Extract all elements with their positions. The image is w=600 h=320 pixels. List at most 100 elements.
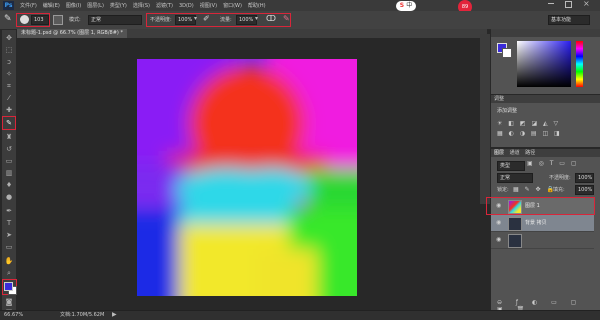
ime-indicator[interactable]: S 中 <box>396 1 416 11</box>
tab-channels[interactable]: 通道 <box>510 150 520 156</box>
layer-thumbnail <box>508 234 522 248</box>
dodge-tool-icon[interactable]: ● <box>4 193 14 201</box>
opacity-label: 不透明度: <box>150 17 172 23</box>
airbrush-icon[interactable]: ↀ <box>266 14 276 23</box>
brush-size-field[interactable]: 103 <box>31 15 49 25</box>
workspace-select[interactable]: 基本功能 <box>548 15 590 25</box>
maximize-button[interactable] <box>565 1 572 8</box>
menu-file[interactable]: 文件(F) <box>20 2 37 9</box>
document-tab[interactable]: 未标题-1.psd @ 66.7% (图层 1, RGB/8#) * <box>17 29 127 38</box>
layer-row-3[interactable]: ◉ <box>491 232 594 249</box>
layers-panel-tabs: 图层 通道 路径 <box>491 149 600 157</box>
blend-mode-select[interactable]: 正常 <box>497 173 533 183</box>
quick-select-tool-icon[interactable]: ✧ <box>4 70 14 78</box>
visibility-eye-icon[interactable]: ◉ <box>496 236 501 243</box>
layer-row-2[interactable]: ◉ 背景 拷贝 <box>491 215 594 232</box>
painting <box>137 59 357 296</box>
layer-filter-icons[interactable]: ▣ ◎ T ▭ ▢ <box>527 160 579 167</box>
foreground-color-swatch[interactable] <box>4 282 13 291</box>
opacity-dropdown-icon[interactable]: ▾ <box>194 15 197 22</box>
lock-label: 锁定: <box>497 187 509 193</box>
fill-field[interactable]: 100% <box>575 185 594 195</box>
mode-select[interactable]: 正常 <box>88 15 142 25</box>
ime-logo: S <box>399 2 405 9</box>
close-icon[interactable]: × <box>583 0 590 8</box>
panel-bg-swatch[interactable] <box>502 48 512 58</box>
clone-stamp-tool-icon[interactable]: ♜ <box>4 133 14 141</box>
tab-layers[interactable]: 图层 <box>494 150 504 156</box>
pen-tool-icon[interactable]: ✒ <box>4 207 14 215</box>
adjustment-icons-row-1[interactable]: ☀ ◧ ◩ ◪ ◭ ▽ <box>497 120 560 127</box>
hand-tool-icon[interactable]: ✋ <box>4 257 14 265</box>
hue-slider[interactable] <box>576 41 583 87</box>
layer-name[interactable]: 背景 拷贝 <box>525 219 547 227</box>
ime-lang: 中 <box>406 2 413 9</box>
eraser-tool-icon[interactable]: ▭ <box>4 157 14 165</box>
layer-opacity-label: 不透明度: <box>549 175 571 181</box>
menu-window[interactable]: 窗口(W) <box>223 2 242 9</box>
mode-label: 模式: <box>69 17 81 23</box>
main-menu: 文件(F) 编辑(E) 图像(I) 图层(L) 类型(Y) 选择(S) 滤镜(T… <box>20 0 266 11</box>
menu-help[interactable]: 帮助(H) <box>248 2 266 9</box>
layer-opacity-field[interactable]: 100% <box>575 173 594 183</box>
adjustments-panel: 调整 添加调整 ☀ ◧ ◩ ◪ ◭ ▽ ▦ ◐ ◑ ▤ ◫ ◨ <box>491 95 600 147</box>
flow-label: 流量: <box>220 17 232 23</box>
history-brush-tool-icon[interactable]: ↺ <box>4 145 14 153</box>
eyedropper-tool-icon[interactable]: ⁄ <box>4 94 14 102</box>
path-select-tool-icon[interactable]: ➤ <box>4 231 14 239</box>
marquee-tool-icon[interactable]: ⬚ <box>4 46 14 54</box>
pressure-opacity-icon[interactable]: ✐ <box>203 14 210 23</box>
fill-label: 填充: <box>553 187 565 193</box>
document-tab-bar: 未标题-1.psd @ 66.7% (图层 1, RGB/8#) * <box>17 29 487 38</box>
adjustment-icons-row-2[interactable]: ▦ ◐ ◑ ▤ ◫ ◨ <box>497 130 562 137</box>
panel-icon-strip <box>480 34 490 204</box>
color-panel <box>491 29 600 94</box>
pressure-size-icon[interactable]: ✎ <box>283 14 290 23</box>
selected-layer-highlight <box>486 197 595 215</box>
brush-tool-icon[interactable]: ✎ <box>4 119 14 127</box>
menu-filter[interactable]: 滤镜(T) <box>156 2 173 9</box>
lock-icons[interactable]: ▦ ✎ ✥ 🔒 <box>513 186 556 193</box>
minimize-button[interactable] <box>548 3 554 4</box>
menu-image[interactable]: 图像(I) <box>66 2 81 9</box>
flow-field[interactable]: 100% <box>236 15 257 25</box>
menu-3d[interactable]: 3D(D) <box>179 3 194 9</box>
zoom-level[interactable]: 66.67% <box>4 311 23 319</box>
menu-type[interactable]: 类型(Y) <box>110 2 127 9</box>
color-panel-header <box>491 29 600 37</box>
menu-view[interactable]: 视图(V) <box>200 2 217 9</box>
layers-panel: 图层 通道 路径 类型 ▣ ◎ T ▭ ▢ 正常 不透明度: 100% 锁定: … <box>486 149 600 313</box>
blur-tool-icon[interactable]: ♦ <box>4 181 14 189</box>
healing-tool-icon[interactable]: ✚ <box>4 106 14 114</box>
photoshop-logo: Ps <box>3 1 14 10</box>
crop-tool-icon[interactable]: ⌗ <box>4 82 14 90</box>
brush-panel-icon[interactable] <box>53 15 63 25</box>
visibility-eye-icon[interactable]: ◉ <box>496 219 501 226</box>
brush-preview[interactable] <box>20 15 29 24</box>
type-tool-icon[interactable]: T <box>4 219 14 227</box>
menu-layer[interactable]: 图层(L) <box>87 2 104 9</box>
lasso-tool-icon[interactable]: ↄ <box>4 58 14 66</box>
zoom-tool-icon[interactable]: ⌕ <box>4 269 14 277</box>
options-bar: ✎ 103 模式: 正常 不透明度: 100% ▾ ✐ 流量: 100% ▾ ↀ… <box>0 11 600 30</box>
adjustments-hint: 添加调整 <box>497 108 518 114</box>
brush-tool-icon[interactable]: ✎ <box>4 14 12 24</box>
layer-filter-select[interactable]: 类型 <box>497 161 525 171</box>
tab-paths[interactable]: 路径 <box>525 150 535 156</box>
opacity-field[interactable]: 100% <box>175 15 196 25</box>
canvas-image[interactable] <box>137 59 357 296</box>
tools-panel: ✥ ⬚ ↄ ✧ ⌗ ⁄ ✚ ✎ ♜ ↺ ▭ ▥ ♦ ● ✒ T ➤ ▭ ✋ ⌕ … <box>2 30 17 319</box>
menu-bar: Ps 文件(F) 编辑(E) 图像(I) 图层(L) 类型(Y) 选择(S) 滤… <box>0 0 600 14</box>
quick-mask-icon[interactable]: ◙ <box>4 298 14 306</box>
menu-edit[interactable]: 编辑(E) <box>43 2 60 9</box>
layer-thumbnail <box>508 217 522 231</box>
flow-dropdown-icon[interactable]: ▾ <box>255 15 258 22</box>
menu-select[interactable]: 选择(S) <box>133 2 150 9</box>
document-size: 文档:1.70M/5.62M <box>60 312 105 318</box>
shape-tool-icon[interactable]: ▭ <box>4 243 14 251</box>
adjustments-panel-header: 调整 <box>491 95 600 103</box>
gradient-tool-icon[interactable]: ▥ <box>4 169 14 177</box>
status-arrow-icon[interactable]: ▶ <box>112 311 117 318</box>
move-tool-icon[interactable]: ✥ <box>4 34 14 42</box>
color-picker-field[interactable] <box>517 41 571 87</box>
